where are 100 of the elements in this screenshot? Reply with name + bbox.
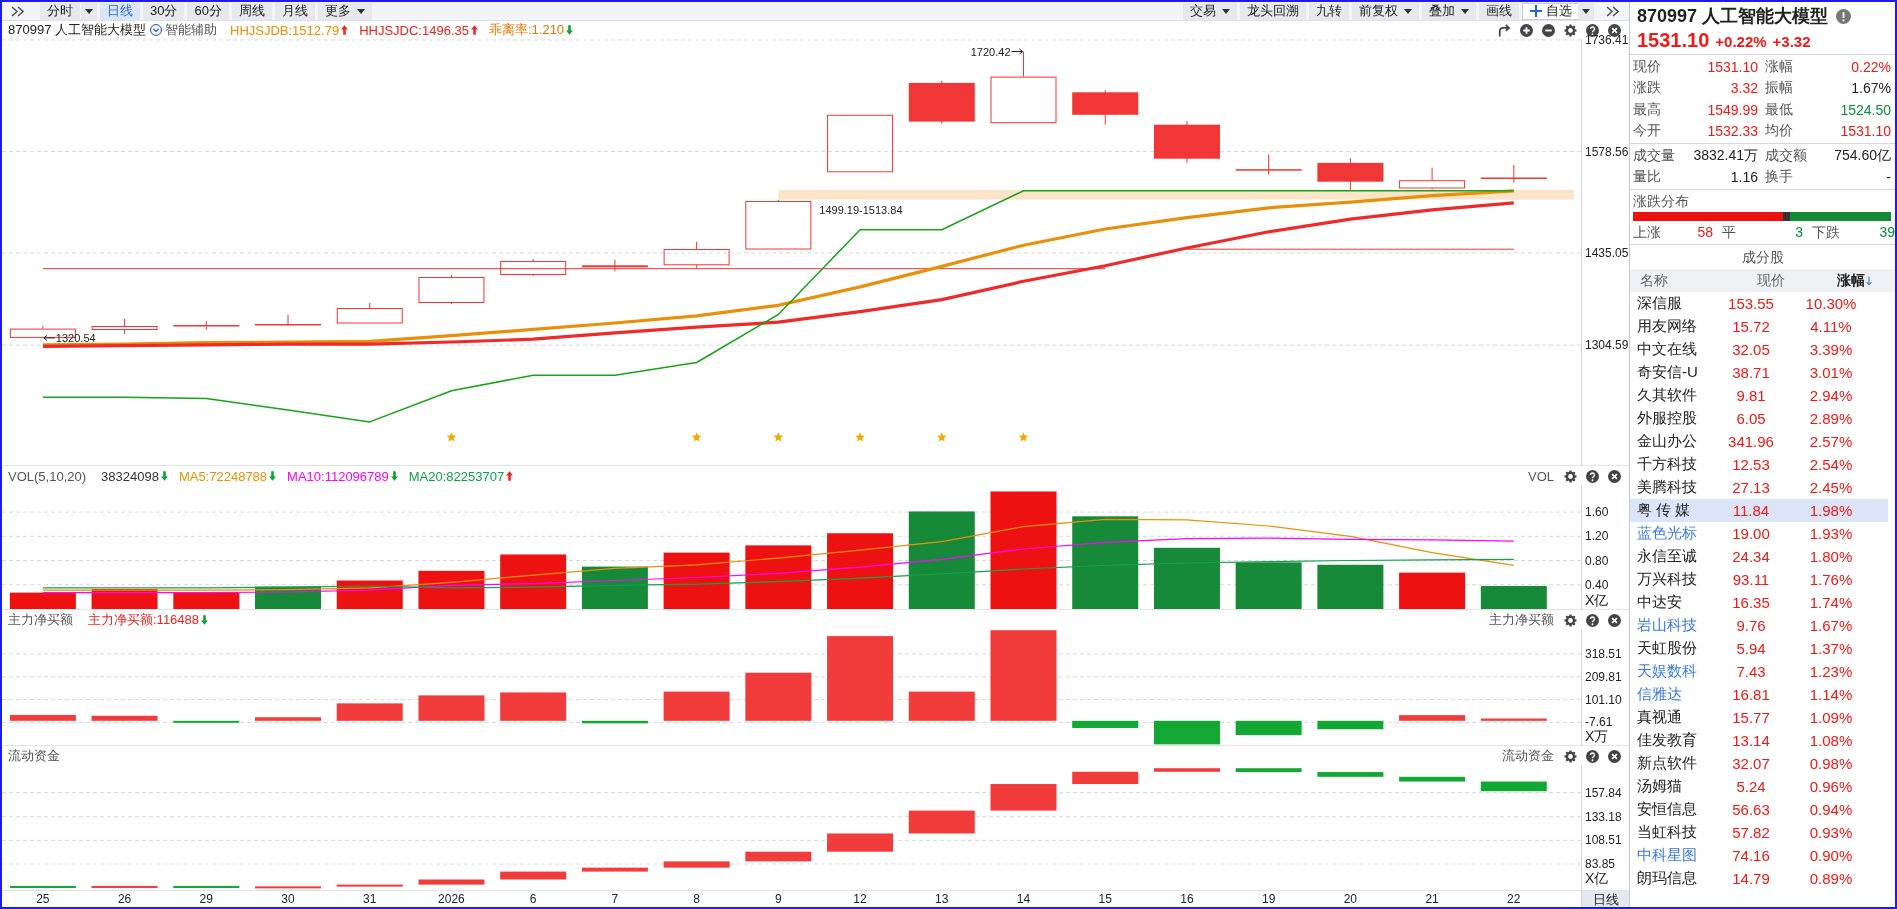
stock-row[interactable]: 千方科技 12.53 2.54% (1630, 453, 1888, 476)
settings-icon[interactable] (1564, 469, 1577, 483)
dropdown-button[interactable] (1578, 2, 1594, 20)
period-tab[interactable]: 周线 (231, 2, 272, 20)
curved-arrow-icon[interactable] (1498, 23, 1511, 37)
help-icon[interactable] (1586, 23, 1599, 37)
stock-row[interactable]: 信雅达 16.81 1.14% (1630, 683, 1888, 706)
stock-row[interactable]: 安恒信息 56.63 0.94% (1630, 798, 1888, 821)
stock-row[interactable]: 蓝色光标 19.00 1.93% (1630, 522, 1888, 545)
stock-row[interactable]: 朗玛信息 14.79 0.89% (1630, 867, 1888, 890)
candlestick (1235, 154, 1302, 175)
stock-row[interactable]: 新点软件 32.07 0.98% (1630, 752, 1888, 775)
count-label: 平 (1722, 223, 1736, 242)
net-buy-bar (1399, 715, 1466, 721)
volume-bar (1480, 586, 1547, 609)
count-label: 下跌 (1812, 223, 1840, 242)
stock-row[interactable]: 中科星图 74.16 0.90% (1630, 844, 1888, 867)
period-tab[interactable]: 30分 (143, 2, 185, 20)
assist-button[interactable]: 智能辅助 (150, 21, 217, 39)
stock-row[interactable]: 佳发教育 13.14 1.08% (1630, 729, 1888, 752)
alert-icon[interactable] (1836, 8, 1852, 24)
column-header[interactable]: 涨幅 (1790, 269, 1872, 292)
stock-change: 1.98% (1808, 502, 1854, 519)
plus-circle-icon[interactable] (1520, 23, 1533, 37)
stock-row[interactable]: 永信至诚 24.34 1.80% (1630, 545, 1888, 568)
stock-row[interactable]: 奇安信-U 38.71 3.01% (1630, 361, 1888, 384)
stock-price: 32.07 (1731, 755, 1771, 772)
stat-label: 今开 (1633, 122, 1662, 141)
stock-price: 5.24 (1735, 778, 1767, 795)
net-buy-bar (1153, 720, 1220, 745)
stock-name: 新点软件 (1636, 754, 1698, 773)
stock-row[interactable]: 中达安 16.35 1.74% (1630, 591, 1888, 614)
stock-row[interactable]: 岩山科技 9.76 1.67% (1630, 614, 1888, 637)
settings-icon[interactable] (1564, 23, 1577, 37)
stock-name: 天娱数科 (1636, 662, 1698, 681)
stock-row[interactable]: 天虹股份 5.94 1.37% (1630, 637, 1888, 660)
toolbar-button[interactable]: 九转 (1309, 2, 1349, 20)
stock-name: 用友网络 (1636, 317, 1698, 336)
dropdown-button[interactable] (81, 2, 97, 20)
period-tab[interactable]: 日线 (100, 2, 140, 20)
toolbar-button[interactable]: 交易 (1183, 2, 1237, 20)
stock-name: 真视通 (1636, 708, 1683, 727)
settings-icon[interactable] (1564, 749, 1577, 763)
toolbar-button[interactable]: 画线 (1479, 2, 1519, 20)
stock-row[interactable]: 当虹科技 57.82 0.93% (1630, 821, 1888, 844)
period-tab[interactable]: 更多 (317, 2, 372, 20)
toolbar-button[interactable]: 前复权 (1352, 2, 1419, 20)
axis-tick-label: 318.51 (1585, 646, 1622, 661)
stock-row[interactable]: 美腾科技 27.13 2.45% (1630, 476, 1888, 499)
stock-name: 万兴科技 (1636, 570, 1698, 589)
net-buy-bar (581, 720, 648, 724)
column-header[interactable]: 名称 (1630, 269, 1712, 292)
period-tab[interactable]: 分时 (40, 2, 80, 20)
double-chevron-icon[interactable] (11, 5, 24, 17)
stock-row[interactable]: 天娱数科 7.43 1.23% (1630, 660, 1888, 683)
toolbar-button[interactable]: 自选 (1522, 2, 1580, 20)
indicator-value: MA20:82253707 (408, 468, 505, 484)
period-tab[interactable]: 60分 (187, 2, 229, 20)
help-icon[interactable] (1586, 469, 1599, 483)
minus-circle-icon[interactable] (1542, 23, 1555, 37)
toolbar-button[interactable]: 叠加 (1422, 2, 1476, 20)
fund-flow-bar (581, 867, 648, 872)
plus-icon (1530, 5, 1542, 17)
settings-icon[interactable] (1564, 613, 1577, 627)
caret-icon (85, 8, 93, 14)
column-header[interactable]: 现价 (1712, 269, 1790, 292)
close-icon[interactable] (1608, 23, 1621, 37)
stock-row[interactable]: 用友网络 15.72 4.11% (1630, 315, 1888, 338)
fund-flow-bar (663, 861, 730, 868)
fund-flow-bar (990, 784, 1057, 811)
stock-row[interactable]: 外服控股 6.05 2.89% (1630, 407, 1888, 430)
count-value: 39 (1879, 223, 1895, 242)
period-tab[interactable]: 月线 (274, 2, 315, 20)
stock-row[interactable]: 汤姆猫 5.24 0.96% (1630, 775, 1888, 798)
double-chevron-icon[interactable] (1606, 5, 1619, 17)
stock-row[interactable]: 粤 传 媒 11.84 1.98% (1630, 499, 1888, 522)
stock-row[interactable]: 金山办公 341.96 2.57% (1630, 430, 1888, 453)
stat-label: 振幅 (1764, 79, 1794, 98)
toolbar-button[interactable]: 龙头回溯 (1240, 2, 1306, 20)
stock-row[interactable]: 深信服 153.55 10.30% (1630, 292, 1888, 315)
help-icon[interactable] (1586, 749, 1599, 763)
date-label: 21 (1424, 891, 1440, 907)
axis-tick-label: 157.84 (1585, 785, 1622, 800)
close-icon[interactable] (1608, 469, 1621, 483)
panel-title: VOL(5,10,20) (8, 468, 87, 484)
close-icon[interactable] (1608, 613, 1621, 627)
axis-tick-label: 1.20 (1585, 529, 1609, 544)
index-name: 870997 人工智能大模型 (1637, 5, 1829, 28)
stock-row[interactable]: 久其软件 9.81 2.94% (1630, 384, 1888, 407)
stock-row[interactable]: 真视通 15.77 1.09% (1630, 706, 1888, 729)
period-button[interactable]: 日线 (1581, 891, 1629, 907)
help-icon[interactable] (1586, 613, 1599, 627)
axis-tick-label: 0.40 (1585, 577, 1609, 592)
stock-row[interactable]: 万兴科技 93.11 1.76% (1630, 568, 1888, 591)
section-title: 成分股 (1740, 248, 1785, 267)
volume-bar (1399, 572, 1466, 609)
net-buy-bar (9, 714, 76, 721)
close-icon[interactable] (1608, 749, 1621, 763)
fund-flow-bar (1072, 771, 1139, 785)
stock-row[interactable]: 中文在线 32.05 3.39% (1630, 338, 1888, 361)
